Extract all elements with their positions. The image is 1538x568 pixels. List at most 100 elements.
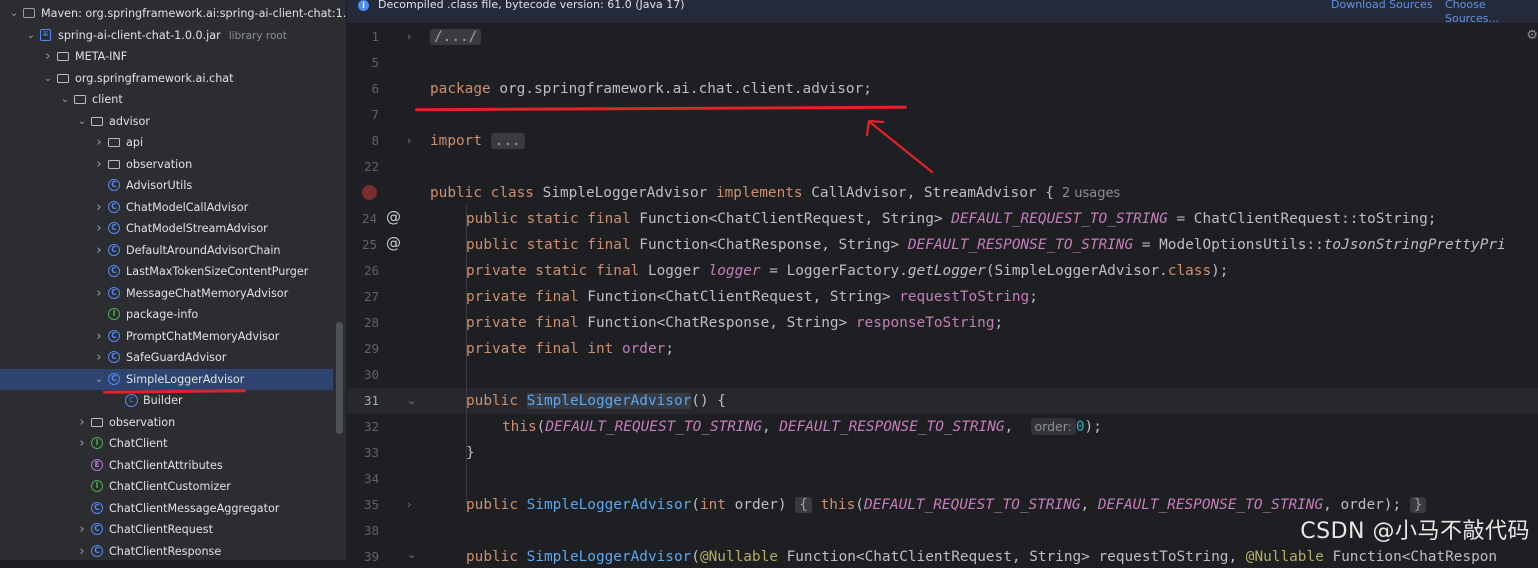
- line-number[interactable]: 24: [347, 211, 377, 226]
- folder-icon: [57, 50, 70, 63]
- tree-item-label: ChatClientMessageAggregator: [109, 498, 279, 520]
- class-icon: C: [108, 286, 121, 300]
- chevron-down-icon[interactable]: ⌄: [8, 3, 20, 25]
- line-number[interactable]: 29: [349, 341, 379, 356]
- tree-item[interactable]: ⌄ advisor: [0, 111, 333, 133]
- collapsed-imports[interactable]: ...: [490, 133, 525, 149]
- tree-item[interactable]: › C PromptChatMemoryAdvisor: [0, 326, 333, 348]
- tree-item[interactable]: › C ChatModelCallAdvisor: [0, 197, 333, 219]
- tree-item[interactable]: › C DefaultAroundAdvisorChain: [0, 240, 333, 262]
- folder-icon: [91, 416, 104, 429]
- text: ,: [1004, 419, 1022, 435]
- tree-item[interactable]: C ChatClientMessageAggregator: [0, 498, 333, 520]
- chevron-down-icon[interactable]: ⌄: [76, 111, 88, 133]
- tree-item[interactable]: › C ChatClientRequest: [0, 519, 333, 541]
- tree-item[interactable]: ⌄ ≣ spring-ai-client-chat-1.0.0.jar library…: [0, 25, 333, 47]
- code-editor[interactable]: i Decompiled .class file, bytecode versi…: [347, 0, 1538, 565]
- fold-brace[interactable]: }: [1409, 497, 1427, 513]
- tree-item[interactable]: ⌄ Maven: org.springframework.ai:spring-ai…: [0, 3, 346, 25]
- tree-item[interactable]: ⌄ C SimpleLoggerAdvisor: [0, 368, 333, 391]
- line-number[interactable]: 32: [349, 419, 379, 434]
- tree-item[interactable]: › META-INF: [0, 46, 333, 68]
- line-number[interactable]: 30: [349, 367, 379, 382]
- usages-hint[interactable]: 2 usages: [1062, 186, 1120, 201]
- fold-expand-icon[interactable]: ›: [407, 134, 411, 147]
- override-marker-icon[interactable]: @: [386, 234, 401, 252]
- fold-brace[interactable]: {: [795, 497, 812, 513]
- tree-item[interactable]: ⌄ org.springframework.ai.chat: [0, 68, 333, 90]
- keyword: private static final: [466, 263, 640, 279]
- collapsed-header[interactable]: /.../: [430, 29, 482, 45]
- chevron-right-icon[interactable]: ›: [93, 326, 105, 348]
- keyword: private final: [466, 315, 579, 331]
- chevron-right-icon[interactable]: ›: [76, 412, 88, 434]
- line-number[interactable]: 27: [349, 289, 379, 304]
- tree-scrollbar[interactable]: [336, 322, 343, 434]
- tree-item[interactable]: › C ChatModelStreamAdvisor: [0, 218, 333, 240]
- chevron-right-icon[interactable]: ›: [93, 154, 105, 176]
- chevron-right-icon[interactable]: ›: [93, 197, 105, 219]
- tree-item[interactable]: › C SafeGuardAdvisor: [0, 347, 333, 369]
- tree-item[interactable]: C AdvisorUtils: [0, 175, 333, 197]
- decompiled-banner: i Decompiled .class file, bytecode versi…: [347, 0, 1538, 26]
- chevron-right-icon[interactable]: ›: [93, 240, 105, 262]
- fold-collapse-icon[interactable]: ⌄: [407, 394, 416, 407]
- static-method: getLogger: [907, 263, 986, 279]
- tree-item[interactable]: ⌄ client: [0, 89, 333, 111]
- fold-collapse-icon[interactable]: ⌄: [407, 548, 416, 561]
- chevron-right-icon[interactable]: ›: [93, 132, 105, 154]
- line-number[interactable]: 28: [349, 315, 379, 330]
- tree-item-text: spring-ai-client-chat-1.0.0.jar: [58, 28, 221, 42]
- tree-item[interactable]: Ipackage-info: [0, 304, 333, 326]
- code-line-6: package org.springframework.ai.chat.clie…: [430, 78, 872, 100]
- tree-item[interactable]: › C MessageChatMemoryAdvisor: [0, 283, 333, 305]
- class-icon: C: [108, 179, 121, 192]
- chevron-right-icon[interactable]: ›: [76, 519, 88, 541]
- choose-sources-link[interactable]: Choose Sources...: [1445, 0, 1538, 26]
- tree-item[interactable]: › observation: [0, 154, 333, 176]
- line-number[interactable]: 35: [349, 497, 379, 512]
- chevron-right-icon[interactable]: ›: [93, 283, 105, 305]
- line-number[interactable]: 5: [349, 55, 379, 70]
- chevron-right-icon[interactable]: ›: [93, 347, 105, 369]
- line-number[interactable]: 34: [349, 471, 379, 486]
- line-number[interactable]: 6: [349, 81, 379, 96]
- tree-item-text: AdvisorUtils: [126, 179, 193, 192]
- download-sources-link[interactable]: Download Sources: [1331, 0, 1433, 12]
- line-number[interactable]: 31: [349, 393, 379, 408]
- line-number[interactable]: 22: [349, 159, 379, 174]
- tree-item[interactable]: › api: [0, 132, 333, 154]
- line-number[interactable]: 25: [347, 237, 377, 252]
- tree-item[interactable]: E ChatClientAttributes: [0, 455, 333, 477]
- line-number[interactable]: 26: [349, 263, 379, 278]
- fold-expand-icon[interactable]: ›: [407, 30, 411, 43]
- chevron-right-icon[interactable]: ›: [76, 541, 88, 561]
- override-marker-icon[interactable]: @: [386, 208, 401, 226]
- chevron-down-icon[interactable]: ⌄: [59, 89, 71, 111]
- fold-expand-icon[interactable]: ›: [407, 498, 411, 511]
- tree-item[interactable]: › C ChatClientResponse: [0, 541, 333, 561]
- line-number[interactable]: 1: [349, 29, 379, 44]
- line-number[interactable]: 7: [349, 107, 379, 122]
- line-number[interactable]: 8: [349, 133, 379, 148]
- breakpoint-icon[interactable]: [362, 185, 377, 200]
- line-number[interactable]: 38: [349, 523, 379, 538]
- chevron-down-icon[interactable]: ⌄: [25, 25, 37, 47]
- chevron-right-icon[interactable]: ›: [76, 433, 88, 455]
- type: Function<ChatClientRequest, String>: [578, 289, 900, 305]
- line-number[interactable]: 39: [349, 549, 379, 564]
- tree-item[interactable]: I ChatClientCustomizer: [0, 476, 333, 498]
- line-number[interactable]: 33: [349, 445, 379, 460]
- tree-item[interactable]: › I ChatClient: [0, 433, 333, 455]
- tree-item[interactable]: › observation: [0, 412, 333, 434]
- chevron-right-icon[interactable]: ›: [93, 218, 105, 240]
- chevron-down-icon[interactable]: ⌄: [93, 369, 105, 391]
- chevron-right-icon[interactable]: ›: [42, 46, 54, 68]
- tree-item[interactable]: C LastMaxTokenSizeContentPurger: [0, 261, 333, 283]
- keyword: public: [466, 393, 518, 409]
- gear-icon[interactable]: ⚙: [1526, 28, 1538, 43]
- tree-item-label: ChatClientAttributes: [109, 455, 223, 477]
- chevron-down-icon[interactable]: ⌄: [42, 68, 54, 90]
- tree-item[interactable]: C Builder: [0, 390, 333, 412]
- class-icon: C: [91, 501, 104, 515]
